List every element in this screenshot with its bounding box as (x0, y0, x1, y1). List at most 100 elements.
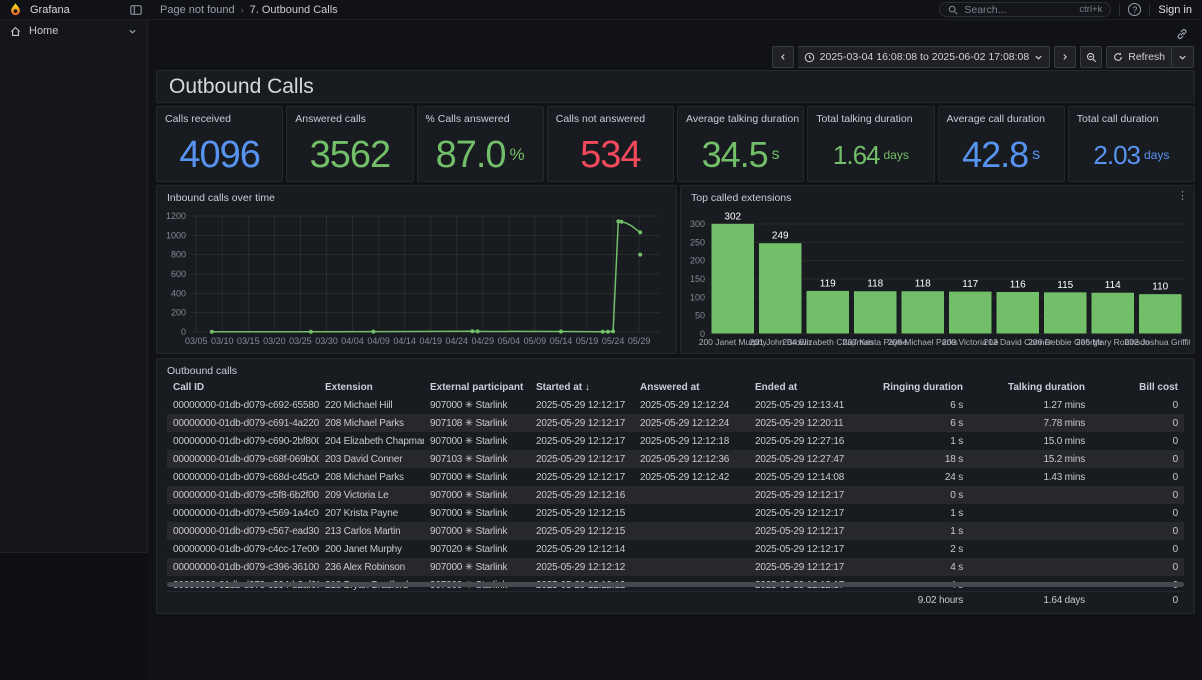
table-cell: 907000 ✳ Starlink (424, 526, 530, 537)
table-cell: 0 (1091, 562, 1184, 573)
column-header[interactable]: Answered at (634, 382, 749, 393)
bar (1139, 294, 1183, 334)
zoom-out-time-button[interactable] (1080, 46, 1102, 68)
table-cell: 2025-05-29 12:12:17 (530, 418, 634, 429)
svg-text:05/04: 05/04 (498, 336, 521, 346)
table-cell: 907103 ✳ Starlink (424, 454, 530, 465)
table-cell: 00000000-01db-d079-c567-ead300001828 (167, 526, 319, 537)
stat-panel: Average call duration42.8s (938, 106, 1065, 182)
bar-value-label: 110 (1152, 282, 1168, 293)
table-cell: 1.43 mins (969, 472, 1091, 483)
table-row: 00000000-01db-d079-c396-361000001826236 … (167, 558, 1184, 576)
stat-label: Average talking duration (678, 107, 803, 125)
column-header[interactable]: Ended at (749, 382, 864, 393)
refresh-button[interactable]: Refresh (1106, 46, 1172, 68)
column-header[interactable]: Talking duration (969, 382, 1091, 393)
table-cell: 6 s (864, 418, 969, 429)
table-cell: 220 Michael Hill (319, 400, 424, 411)
svg-text:200: 200 (690, 256, 705, 266)
table-cell: 0 (1091, 436, 1184, 447)
time-range-picker[interactable]: 2025-03-04 16:08:08 to 2025-06-02 17:08:… (798, 46, 1051, 68)
grafana-logo-icon (8, 2, 23, 17)
stat-panel: Total call duration2.03days (1068, 106, 1195, 182)
table-cell: 0 s (864, 490, 969, 501)
table-cell: 2025-05-29 12:12:42 (634, 472, 749, 483)
bar (996, 291, 1040, 334)
help-icon[interactable]: ? (1128, 3, 1141, 16)
chevron-down-icon (1034, 53, 1043, 62)
line-point (638, 230, 642, 234)
line-chart: 02004006008001000120003/0503/1003/1503/2… (161, 208, 672, 348)
table-cell: 2 s (864, 544, 969, 555)
table-cell: 00000000-01db-d079-c690-2bf80000182d (167, 436, 319, 447)
divider (1149, 4, 1150, 16)
table-cell: 00000000-01db-d079-c691-4a220000182e (167, 418, 319, 429)
table-cell: 2025-05-29 12:12:17 (749, 526, 864, 537)
table-row: 00000000-01db-d079-c692-65580000182f220 … (167, 396, 1184, 414)
table-row: 00000000-01db-d079-c567-ead300001828213 … (167, 522, 1184, 540)
table-cell: 00000000-01db-d079-c692-65580000182f (167, 400, 319, 411)
table-cell: 907000 ✳ Starlink (424, 436, 530, 447)
table-horizontal-scrollbar[interactable] (167, 582, 1184, 587)
line-point (210, 330, 214, 334)
table-cell: 0 (1091, 400, 1184, 411)
stat-label: Calls received (157, 107, 282, 125)
table-cell: 2025-05-29 12:12:36 (634, 454, 749, 465)
svg-text:400: 400 (171, 288, 186, 298)
table-cell: 18 s (864, 454, 969, 465)
sign-in-button[interactable]: Sign in (1158, 4, 1192, 16)
table-cell: 2025-05-29 12:12:17 (749, 508, 864, 519)
time-controls: 2025-03-04 16:08:08 to 2025-06-02 17:08:… (772, 46, 1194, 68)
sidebar-item-home[interactable]: Home (0, 20, 147, 42)
column-header[interactable]: Ringing duration (864, 382, 969, 393)
table-cell: 2025-05-29 12:12:17 (530, 436, 634, 447)
brand: Grafana (0, 2, 126, 17)
table-cell: 204 Elizabeth Chapman (319, 436, 424, 447)
stat-panel: Average talking duration34.5s (677, 106, 804, 182)
outbound-calls-table: Call IDExtensionExternal participantStar… (167, 379, 1184, 594)
svg-text:05/24: 05/24 (602, 336, 625, 346)
table-cell: 2025-05-29 12:27:16 (749, 436, 864, 447)
breadcrumb-item-page-not-found[interactable]: Page not found (160, 4, 235, 16)
column-header[interactable]: Call ID (167, 382, 319, 393)
table-row: 00000000-01db-d079-c5f8-6b2f0000182a209 … (167, 486, 1184, 504)
table-cell: 1 s (864, 526, 969, 537)
column-header[interactable]: External participant (424, 382, 530, 393)
column-header[interactable]: Bill cost (1091, 382, 1184, 393)
line-point (470, 329, 474, 333)
table-row: 00000000-01db-d079-c68f-069b0000182c203 … (167, 450, 1184, 468)
panel-menu-icon[interactable]: ⋮ (1177, 189, 1188, 202)
dashboard-actions (1172, 26, 1192, 42)
stat-unit: % (510, 145, 525, 165)
share-link-icon[interactable] (1172, 26, 1192, 42)
bar-value-label: 302 (724, 211, 741, 222)
bar-chart: 050100150200250300302200 Janet Murphy249… (685, 208, 1190, 348)
dock-menu-icon[interactable] (126, 2, 146, 18)
time-shift-forward-button[interactable] (1054, 46, 1076, 68)
column-header[interactable]: Started at ↓ (530, 382, 634, 393)
table-cell: 0 (1091, 526, 1184, 537)
table-cell: 2025-05-29 12:12:24 (634, 400, 749, 411)
top-nav-right: Search... ctrl+k ? Sign in (939, 2, 1202, 17)
stat-value: 2.03days (1069, 129, 1194, 181)
column-header[interactable]: Extension (319, 382, 424, 393)
time-shift-back-button[interactable] (772, 46, 794, 68)
stat-panel: % Calls answered87.0% (417, 106, 544, 182)
table-row: 00000000-01db-d079-c691-4a220000182e208 … (167, 414, 1184, 432)
table-cell: 1.27 mins (969, 400, 1091, 411)
brand-name: Grafana (30, 4, 70, 16)
stat-panel: Total talking duration1.64days (807, 106, 934, 182)
table-cell: 236 Alex Robinson (319, 562, 424, 573)
table-cell: 1 s (864, 508, 969, 519)
refresh-interval-dropdown[interactable] (1172, 46, 1194, 68)
svg-text:04/24: 04/24 (446, 336, 469, 346)
svg-text:04/09: 04/09 (367, 336, 390, 346)
stat-value: 3562 (287, 129, 412, 181)
table-cell: 209 Victoria Le (319, 490, 424, 501)
table-cell: 2025-05-29 12:13:41 (749, 400, 864, 411)
search-input[interactable]: Search... ctrl+k (939, 2, 1111, 17)
search-icon (948, 5, 958, 15)
refresh-group: Refresh (1106, 46, 1194, 68)
chevron-down-icon[interactable] (128, 27, 137, 36)
panel-title: Top called extensions (681, 186, 1194, 204)
